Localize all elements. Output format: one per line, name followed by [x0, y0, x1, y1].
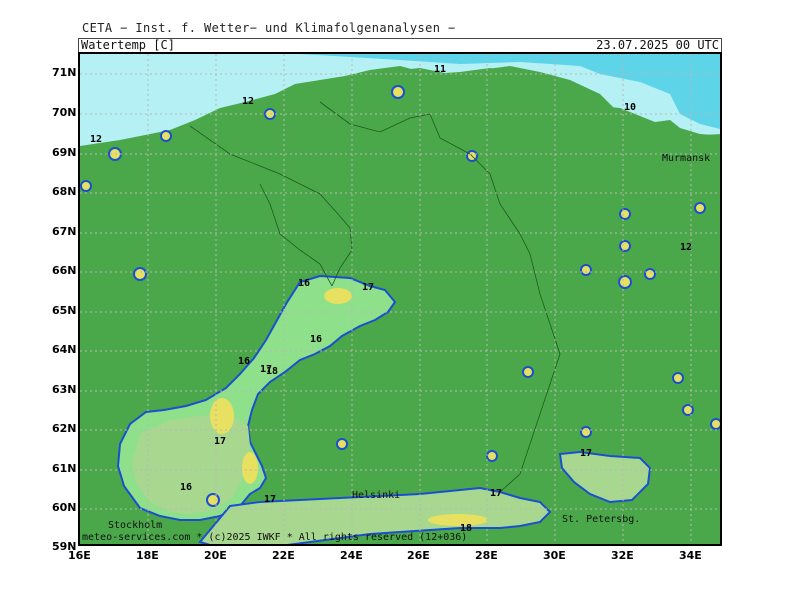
warm-patch-3: [428, 514, 488, 526]
lat-label-66n: 66N: [52, 264, 77, 277]
map-title: CETA − Inst. f. Wetter− und Klimafolgena…: [82, 21, 456, 35]
warm-patch-1: [210, 398, 234, 434]
warm-patch-4: [324, 288, 352, 304]
contour-label: 12: [242, 96, 255, 107]
contour-label: 16: [238, 356, 251, 367]
lat-label-63n: 63N: [52, 383, 77, 396]
contour-label: 17: [362, 282, 375, 293]
datetime-label: 23.07.2025 00 UTC: [596, 38, 719, 52]
lat-label-65n: 65N: [52, 304, 77, 317]
lake-7: [644, 268, 656, 280]
lat-label-68n: 68N: [52, 185, 77, 198]
city-helsinki: Helsinki: [352, 490, 401, 501]
contour-label: 17: [490, 488, 503, 499]
copyright-footer: meteo-services.com * (c)2025 IWKF * All …: [82, 532, 468, 543]
lon-label-26e: 26E: [407, 549, 430, 562]
lon-label-32e: 32E: [611, 549, 634, 562]
lat-label-60n: 60N: [52, 501, 77, 514]
lake-5: [580, 264, 592, 276]
lake-18: [160, 130, 172, 142]
lon-label-18e: 18E: [136, 549, 159, 562]
contour-label: 18: [266, 366, 279, 377]
contour-label: 16: [180, 482, 193, 493]
lake-21: [80, 180, 92, 192]
contour-label: 17: [580, 448, 593, 459]
contour-label: 16: [310, 334, 323, 345]
parameter-label: Watertemp [C]: [81, 38, 175, 52]
lat-label-64n: 64N: [52, 343, 77, 356]
map-header-bar: Watertemp [C] 23.07.2025 00 UTC: [78, 38, 722, 53]
city-st-petersburg: St. Petersbg.: [562, 514, 641, 525]
lake-9: [672, 372, 684, 384]
water-temperature-map[interactable]: 11 12 10 12 12 16 17 16 16 17 18 17 16 1…: [78, 52, 722, 546]
lake-1: [133, 267, 147, 281]
lake-15: [206, 493, 220, 507]
map-canvas: [80, 54, 720, 544]
contour-label: 17: [214, 436, 227, 447]
contour-label: 17: [264, 494, 277, 505]
lake-12: [580, 426, 592, 438]
contour-label: 16: [298, 278, 311, 289]
lon-label-16e: 16E: [68, 549, 91, 562]
lat-label-70n: 70N: [52, 106, 77, 119]
lon-label-28e: 28E: [475, 549, 498, 562]
lon-label-22e: 22E: [272, 549, 295, 562]
lake-11: [710, 418, 720, 430]
lat-label-62n: 62N: [52, 422, 77, 435]
lake-20: [391, 85, 405, 99]
lake-6: [618, 275, 632, 289]
city-stockholm: Stockholm: [108, 520, 163, 531]
lake-4: [619, 240, 631, 252]
lake-2: [619, 208, 631, 220]
warm-patch-2: [242, 452, 258, 484]
lake-3: [694, 202, 706, 214]
lon-label-34e: 34E: [679, 549, 702, 562]
contour-label: 11: [434, 64, 447, 75]
contour-label: 12: [90, 134, 103, 145]
lake-8: [522, 366, 534, 378]
lake-14: [336, 438, 348, 450]
lake-13: [486, 450, 498, 462]
contour-label: 10: [624, 102, 637, 113]
lat-label-71n: 71N: [52, 66, 77, 79]
lon-label-20e: 20E: [204, 549, 227, 562]
lat-label-61n: 61N: [52, 462, 77, 475]
lat-label-69n: 69N: [52, 146, 77, 159]
lon-label-24e: 24E: [340, 549, 363, 562]
city-murmansk: Murmansk: [662, 153, 711, 164]
contour-label: 12: [680, 242, 693, 253]
lat-label-67n: 67N: [52, 225, 77, 238]
lon-label-30e: 30E: [543, 549, 566, 562]
